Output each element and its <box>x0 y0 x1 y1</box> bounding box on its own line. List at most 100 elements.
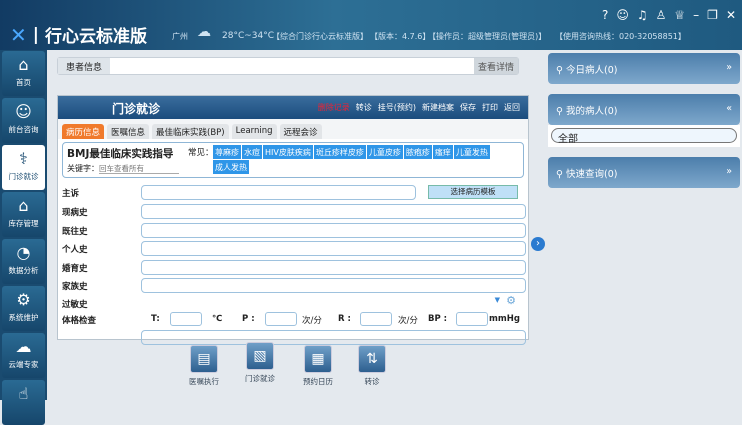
patient-filter-select[interactable]: 全部 <box>551 128 737 145</box>
marital-history-input[interactable] <box>141 260 526 275</box>
appointment-calendar-button[interactable]: ▦ 预约日历 <box>288 345 348 387</box>
chip-chickenpox[interactable]: 水痘 <box>242 145 262 159</box>
chip-impetigo[interactable]: 脓疱疹 <box>403 145 432 159</box>
tab-orders[interactable]: 医嘱信息 <box>107 124 150 139</box>
delete-record-button[interactable]: 删除记录 <box>318 102 350 113</box>
receptionist-icon: ☺ <box>15 102 32 121</box>
chip-urticaria[interactable]: 荨麻疹 <box>213 145 241 159</box>
today-patients-header[interactable]: ⚲ 今日病人(0) » <box>548 53 740 84</box>
chip-child-fever[interactable]: 儿童发热 <box>453 145 490 159</box>
transfer-button[interactable]: 转诊 <box>356 102 372 113</box>
register-button[interactable]: 挂号(预约) <box>378 102 416 113</box>
bp-input[interactable] <box>456 312 488 326</box>
select-template-button[interactable]: 选择病历模板 <box>428 185 518 199</box>
gear-icon: ⚙ <box>16 290 31 309</box>
view-details-button[interactable]: 查看详情 <box>473 58 518 74</box>
hand-pointer-icon: ☝ <box>18 384 29 403</box>
present-illness-input[interactable] <box>141 204 526 219</box>
keyword-input[interactable] <box>99 164 179 174</box>
tab-learning[interactable]: Learning <box>231 124 277 139</box>
edition: 【综合门诊行心云标准版】 <box>272 32 368 41</box>
sidebar-label: 数据分析 <box>8 266 39 275</box>
sidebar-label: 前台咨询 <box>8 125 39 134</box>
patient-info-bar: 患者信息 查看详情 <box>57 57 519 75</box>
bottom-label: 预约日历 <box>303 377 333 386</box>
order-exec-button[interactable]: ▤ 医嘱执行 <box>174 345 234 387</box>
right-panel: ⚲ 今日病人(0) » ⚲ 我的病人(0) « 全部 ⚲ 快速查询(0) » <box>548 53 740 198</box>
personal-history-input[interactable] <box>141 241 526 256</box>
clinic-visit-button[interactable]: ▧ 门诊就诊 <box>230 342 290 384</box>
resp-unit: 次/分 <box>398 316 418 326</box>
dropdown-arrow-icon[interactable]: ▼ <box>495 296 500 304</box>
sidebar-item-analytics[interactable]: ◔ 数据分析 <box>2 239 45 284</box>
my-patients-label: 我的病人(0) <box>565 106 618 117</box>
pulse-input[interactable] <box>265 312 297 326</box>
tab-best-practice[interactable]: 最佳临床实践(BP) <box>152 124 229 139</box>
logo-icon: ✕ <box>10 22 27 47</box>
bell-icon[interactable]: ♫ <box>637 8 648 22</box>
chip-maculopapular[interactable]: 斑丘疹样皮疹 <box>313 145 366 159</box>
bottom-label: 医嘱执行 <box>189 377 219 386</box>
back-button[interactable]: 返回 <box>504 102 520 113</box>
bmj-title: BMJ最佳临床实践指导 <box>67 148 174 160</box>
sidebar-item-inventory[interactable]: ⌂ 库存管理 <box>2 192 45 237</box>
gear-icon[interactable]: ⚙ <box>506 294 516 307</box>
chief-complaint-input[interactable] <box>141 185 416 200</box>
cloud-icon: ☁ <box>15 337 32 356</box>
temp-label: T: <box>151 314 160 324</box>
temperature: 28°C~34°C <box>222 31 275 41</box>
user-icon[interactable]: ♙ <box>656 8 667 22</box>
tab-remote-consult[interactable]: 远程会诊 <box>279 124 322 139</box>
bottom-label: 门诊就诊 <box>245 374 275 383</box>
save-button[interactable]: 保存 <box>460 102 476 113</box>
resp-input[interactable] <box>360 312 392 326</box>
chip-adult-fever[interactable]: 成人发热 <box>213 160 249 174</box>
common-label: 常见： <box>188 148 214 158</box>
transfer-bottom-button[interactable]: ⇅ 转诊 <box>342 345 402 387</box>
pulse-label: P : <box>242 314 255 324</box>
sidebar-item-clinic[interactable]: ⚕ 门诊就诊 <box>2 145 45 190</box>
print-button[interactable]: 打印 <box>482 102 498 113</box>
hotline: 【使用咨询热线：020-32058851】 <box>555 32 686 41</box>
clinic-icon: ▧ <box>246 342 274 370</box>
filter-value: 全部 <box>558 134 578 145</box>
warehouse-icon: ⌂ <box>18 196 29 215</box>
expand-right-icon[interactable]: › <box>531 237 545 251</box>
field-label: 体格检查 <box>62 316 97 326</box>
tab-medical-record[interactable]: 病历信息 <box>62 124 105 139</box>
header: ✕ | 行心云标准版 广州 ☁ 28°C~34°C 【综合门诊行心云标准版】 【版本… <box>0 0 742 50</box>
chip-hiv-skin[interactable]: HIV皮肤疾病 <box>263 145 313 159</box>
sidebar-item-more[interactable]: ☝ <box>2 380 45 425</box>
version: 【版本：4.7.6】 <box>370 32 431 41</box>
minimize-icon[interactable]: – <box>693 8 699 22</box>
chat-icon[interactable]: ☺ <box>616 8 629 22</box>
sidebar: ⌂ 首页 ☺ 前台咨询 ⚕ 门诊就诊 ⌂ 库存管理 ◔ 数据分析 ⚙ 系统维护 ☁ 云端专家 … <box>0 50 47 425</box>
sidebar-item-system[interactable]: ⚙ 系统维护 <box>2 286 45 331</box>
sidebar-item-cloud-expert[interactable]: ☁ 云端专家 <box>2 333 45 378</box>
close-icon[interactable]: ✕ <box>726 8 736 22</box>
sidebar-label: 首页 <box>16 78 31 87</box>
sidebar-item-reception[interactable]: ☺ 前台咨询 <box>2 98 45 143</box>
sidebar-item-home[interactable]: ⌂ 首页 <box>2 51 45 96</box>
panel-title: 门诊就诊 <box>112 102 161 116</box>
user-clock-icon: ⚲ <box>556 65 566 76</box>
home-icon: ⌂ <box>18 55 29 74</box>
quick-search-header[interactable]: ⚲ 快速查询(0) » <box>548 157 740 188</box>
app-title: 行心云标准版 <box>44 27 147 47</box>
restore-icon[interactable]: ❐ <box>707 8 718 22</box>
new-file-button[interactable]: 新建档案 <box>422 102 454 113</box>
chip-child-rash[interactable]: 儿童皮疹 <box>366 145 403 159</box>
past-history-input[interactable] <box>141 223 526 238</box>
help-icon[interactable]: ? <box>602 8 608 22</box>
temp-input[interactable] <box>170 312 202 326</box>
my-patients-header[interactable]: ⚲ 我的病人(0) « <box>548 94 740 125</box>
resp-label: R : <box>338 314 351 324</box>
chip-pruritus[interactable]: 瘙痒 <box>432 145 453 159</box>
pulse-unit: 次/分 <box>302 316 322 326</box>
skin-icon[interactable]: ♕ <box>674 8 685 22</box>
exam-input[interactable] <box>141 330 526 345</box>
family-history-input[interactable] <box>141 278 526 293</box>
bottom-label: 转诊 <box>364 377 380 386</box>
field-label: 婚育史 <box>62 264 88 274</box>
calendar-icon: ▦ <box>304 345 332 373</box>
